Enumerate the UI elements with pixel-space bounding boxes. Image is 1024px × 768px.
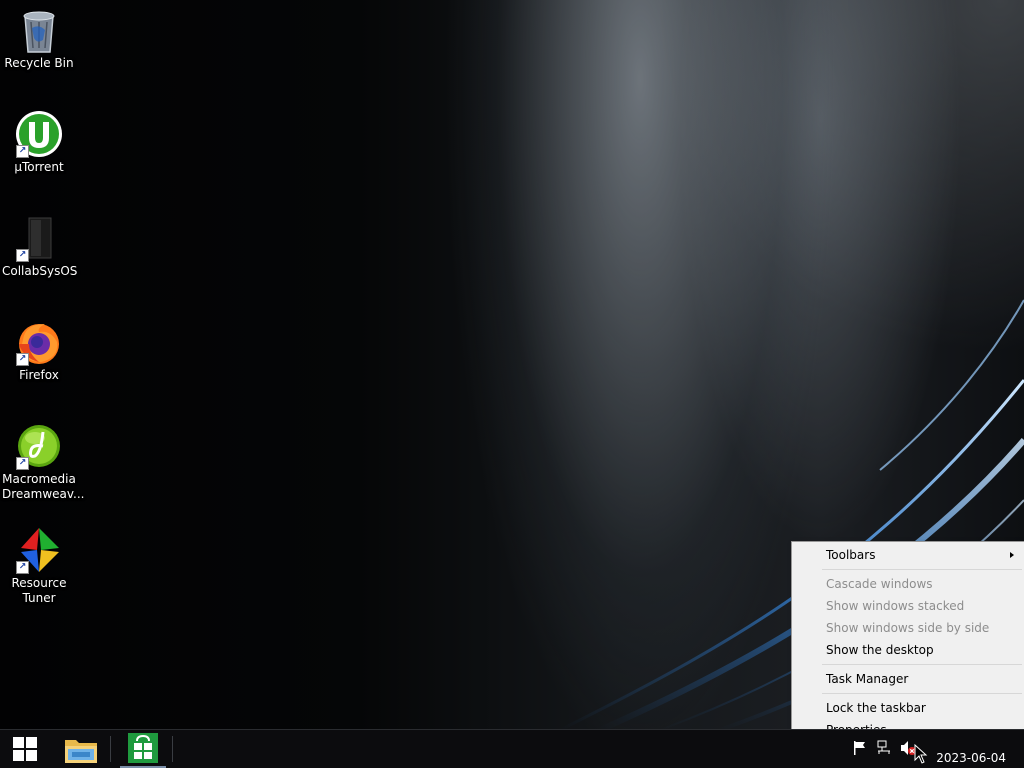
desktop-icon-recycle-bin[interactable]: Recycle Bin <box>2 2 76 71</box>
taskbar-separator <box>172 736 173 762</box>
desktop-icon-label: Firefox <box>19 368 59 382</box>
menu-item-show-the-desktop[interactable]: Show the desktop <box>792 639 1024 661</box>
desktop-icon-label: Macromedia Dreamweav... <box>2 472 85 501</box>
menu-separator <box>822 693 1022 694</box>
taskbar-separator <box>110 736 111 762</box>
start-button[interactable] <box>0 730 50 768</box>
desktop-icon-label: CollabSysOS <box>2 264 78 278</box>
shortcut-arrow-icon: ↗ <box>16 561 29 574</box>
menu-item-toolbars[interactable]: Toolbars <box>792 544 1024 566</box>
desktop-icon-resource-tuner[interactable]: ↗ Resource Tuner <box>2 522 76 606</box>
recycle-bin-icon <box>15 6 63 54</box>
taskbar[interactable]: 2023-06-04 <box>0 729 1024 768</box>
utorrent-icon: ↗ <box>15 110 63 158</box>
shortcut-arrow-icon: ↗ <box>16 353 29 366</box>
file-explorer-icon <box>65 740 97 763</box>
resource-tuner-icon: ↗ <box>15 526 63 574</box>
dreamweaver-icon: ↗ <box>15 422 63 470</box>
shortcut-arrow-icon: ↗ <box>16 457 29 470</box>
taskbar-context-menu: Toolbars Cascade windows Show windows st… <box>791 541 1024 745</box>
start-icon <box>13 737 37 761</box>
submenu-arrow-icon <box>1010 552 1014 558</box>
taskbar-file-explorer[interactable] <box>58 730 104 768</box>
shortcut-arrow-icon: ↗ <box>16 145 29 158</box>
menu-item-show-windows-stacked[interactable]: Show windows stacked <box>792 595 1024 617</box>
desktop-icon-utorrent[interactable]: ↗ µTorrent <box>2 106 76 175</box>
menu-item-show-windows-side-by-side[interactable]: Show windows side by side <box>792 617 1024 639</box>
mouse-cursor-icon <box>914 744 928 764</box>
desktop-icon-dreamweaver[interactable]: ↗ Macromedia Dreamweav... <box>2 418 85 502</box>
taskbar-clock-date[interactable]: 2023-06-04 <box>936 751 1006 765</box>
menu-item-cascade-windows[interactable]: Cascade windows <box>792 573 1024 595</box>
taskbar-store[interactable] <box>120 730 166 768</box>
action-center-flag-icon[interactable] <box>852 740 868 756</box>
menu-separator <box>822 664 1022 665</box>
firefox-icon: ↗ <box>15 318 63 366</box>
menu-separator <box>822 569 1022 570</box>
desktop-icon-label: µTorrent <box>14 160 64 174</box>
menu-item-task-manager[interactable]: Task Manager <box>792 668 1024 690</box>
menu-item-lock-the-taskbar[interactable]: Lock the taskbar <box>792 697 1024 719</box>
store-icon <box>128 733 158 763</box>
desktop-icon-collabsysos[interactable]: ↗ CollabSysOS <box>2 210 78 279</box>
desktop-icon-label: Recycle Bin <box>4 56 74 70</box>
desktop-icon-firefox[interactable]: ↗ Firefox <box>2 314 76 383</box>
network-icon[interactable] <box>876 740 892 756</box>
desktop-icon-label: Resource Tuner <box>11 576 67 605</box>
collabsysos-icon: ↗ <box>15 214 63 262</box>
shortcut-arrow-icon: ↗ <box>16 249 29 262</box>
